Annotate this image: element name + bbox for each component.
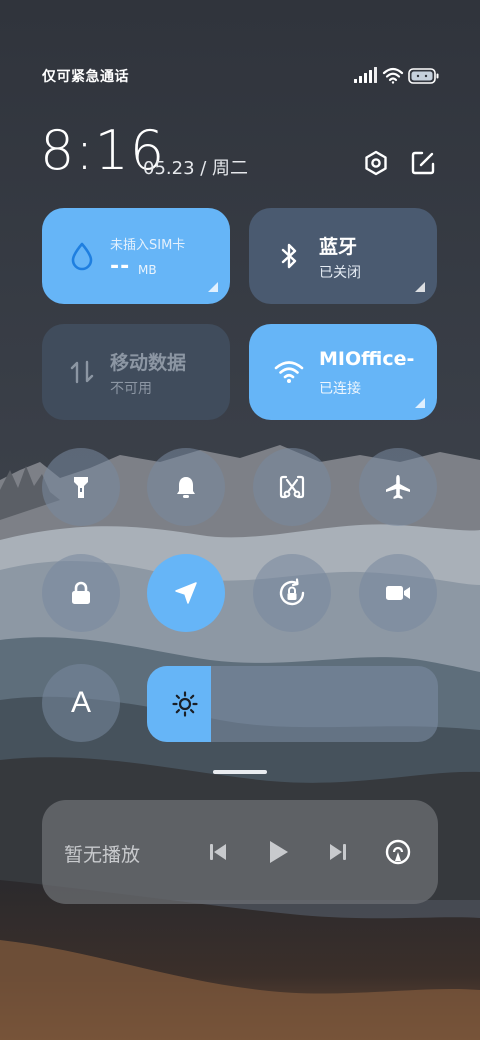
toggle-location[interactable] [147,554,225,632]
previous-track-button[interactable] [204,838,232,866]
next-icon [330,844,346,860]
panel-drag-handle[interactable] [213,770,267,774]
letter-a-icon: A [70,686,91,719]
toggle-screenshot[interactable] [253,448,331,526]
cast-icon [385,839,411,865]
location-arrow-icon [175,582,197,604]
cast-button[interactable] [384,838,412,866]
bluetooth-icon [281,243,297,269]
date-text: 05.23 / 周二 [143,158,249,179]
tile-mobile-data-subtitle: 不可用 [110,381,152,397]
expand-corner-icon [208,282,218,292]
status-carrier-text: 仅可紧急通话 [42,69,129,85]
settings-button[interactable] [361,148,391,178]
settings-icon [365,150,387,176]
toggle-font-size[interactable]: A [42,664,120,742]
airplane-icon [386,475,410,499]
media-status-label: 暂无播放 [64,844,141,866]
sun-icon [172,691,198,717]
rotation-lock-icon [279,578,305,606]
expand-corner-icon [415,282,425,292]
video-camera-icon [386,586,410,600]
status-icons [354,66,440,86]
signal-icon [354,67,377,83]
tile-data-usage-subtitle: 未插入SIM卡 [110,238,186,253]
tile-data-usage-value: -- [110,254,131,279]
toggle-lock-screen[interactable] [42,554,120,632]
previous-icon [210,844,226,860]
edit-icon [411,151,435,175]
play-icon [270,841,288,863]
data-arrows-icon [70,360,94,384]
tile-wifi-title: MIOffice- [319,348,415,370]
tile-data-usage[interactable]: 未插入SIM卡 -- MB [42,208,230,304]
edit-button[interactable] [408,148,438,178]
tile-bluetooth-title: 蓝牙 [319,236,358,258]
tile-data-usage-unit: MB [138,263,157,277]
toggle-sound[interactable] [147,448,225,526]
water-drop-icon [71,242,93,271]
toggle-screen-record[interactable] [359,554,437,632]
lock-icon [72,581,90,604]
flashlight-icon [74,477,88,498]
brightness-slider[interactable] [147,666,438,742]
expand-corner-icon [415,398,425,408]
battery-icon [408,68,439,84]
tile-mobile-data-title: 移动数据 [110,352,187,374]
tile-wifi[interactable]: MIOffice- 已连接 [249,324,437,420]
next-track-button[interactable] [324,838,352,866]
tile-bluetooth-subtitle: 已关闭 [319,265,361,281]
wifi-icon [382,67,404,84]
screenshot-icon [279,475,305,499]
bell-icon [177,477,195,498]
toggle-airplane-mode[interactable] [359,448,437,526]
tile-bluetooth[interactable]: 蓝牙 已关闭 [249,208,437,304]
toggle-flashlight[interactable] [42,448,120,526]
play-button[interactable] [264,838,292,866]
tile-wifi-subtitle: 已连接 [319,381,361,397]
media-player-card: 暂无播放 [42,800,438,904]
wifi-icon [274,361,304,383]
tile-mobile-data[interactable]: 移动数据 不可用 [42,324,230,420]
toggle-rotation-lock[interactable] [253,554,331,632]
